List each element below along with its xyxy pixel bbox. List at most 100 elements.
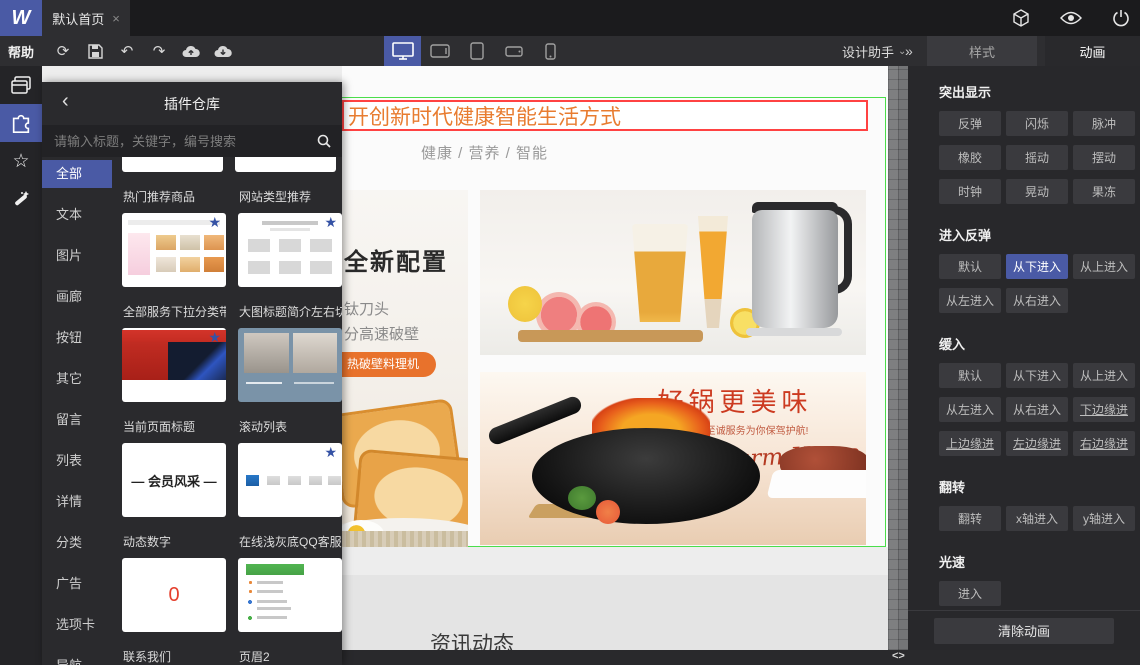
- animation-option-button[interactable]: 果冻: [1073, 179, 1135, 204]
- device-desktop-icon[interactable]: [384, 36, 421, 66]
- animation-option-button[interactable]: 脉冲: [1073, 111, 1135, 136]
- animation-option-button[interactable]: 右边缘进: [1073, 431, 1135, 456]
- category-item[interactable]: 画廊: [42, 283, 112, 311]
- category-item[interactable]: 留言: [42, 406, 112, 434]
- device-tablet-landscape-icon[interactable]: [421, 36, 458, 66]
- plugin-card-partial[interactable]: [235, 157, 336, 172]
- animation-option-button[interactable]: 从上进入: [1073, 363, 1135, 388]
- animation-option-button[interactable]: 闪烁: [1006, 111, 1068, 136]
- help-button[interactable]: 帮助: [0, 36, 42, 66]
- plugin-card-qq-service[interactable]: [238, 558, 342, 632]
- sidebar-item-pages[interactable]: [0, 66, 42, 104]
- animation-option-button[interactable]: 左边缘进: [1006, 431, 1068, 456]
- animation-option-button[interactable]: 摇动: [1006, 145, 1068, 170]
- plugin-item: 在线浅灰底QQ客服: [238, 517, 342, 632]
- tab-animation[interactable]: 动画: [1045, 36, 1140, 66]
- animation-option-button[interactable]: 从右进入: [1006, 397, 1068, 422]
- sidebar-item-plugins[interactable]: [0, 104, 42, 142]
- search-icon[interactable]: [306, 134, 342, 148]
- category-item[interactable]: 列表: [42, 447, 112, 475]
- plugin-card-products-grid[interactable]: ★: [122, 213, 226, 287]
- category-item[interactable]: 全部: [42, 160, 112, 188]
- back-chevron-icon[interactable]: ‹: [62, 90, 69, 113]
- tab-close-icon[interactable]: ×: [112, 11, 120, 26]
- animation-option-button[interactable]: 从左进入: [939, 397, 1001, 422]
- animation-option-button[interactable]: 从下进入: [1006, 363, 1068, 388]
- animation-option-button[interactable]: 反弹: [939, 111, 1001, 136]
- animation-option-button[interactable]: 晃动: [1006, 179, 1068, 204]
- animation-option-button[interactable]: 从左进入: [939, 288, 1001, 313]
- undo-icon[interactable]: ↶: [116, 40, 138, 62]
- animation-option-button[interactable]: 从右进入: [1006, 288, 1068, 313]
- animation-option-button[interactable]: 默认: [939, 363, 1001, 388]
- redo-icon[interactable]: ↷: [148, 40, 170, 62]
- animation-option-button[interactable]: x轴进入: [1006, 506, 1068, 531]
- design-assistant-dropdown[interactable]: 设计助手 ⌄: [842, 36, 906, 66]
- animation-option-button[interactable]: y轴进入: [1073, 506, 1135, 531]
- plugin-label: 页眉2: [239, 650, 270, 664]
- expand-chevron-icon[interactable]: »: [905, 36, 913, 66]
- plugin-label: 热门推荐商品: [123, 190, 196, 204]
- plugin-preview-text: 0: [168, 583, 180, 606]
- category-item[interactable]: 图片: [42, 242, 112, 270]
- plugin-card-logo-strip[interactable]: ★: [238, 443, 342, 517]
- category-item[interactable]: 广告: [42, 570, 112, 598]
- animation-option-button[interactable]: 进入: [939, 581, 1001, 606]
- page-tab-default-home[interactable]: 默认首页 ×: [42, 0, 130, 36]
- save-icon[interactable]: [84, 40, 106, 62]
- preview-eye-icon[interactable]: [1060, 7, 1082, 29]
- tab-style[interactable]: 样式: [927, 36, 1037, 66]
- cube-3d-icon[interactable]: [1010, 7, 1032, 29]
- favorite-star-icon[interactable]: ★: [324, 214, 337, 231]
- category-item[interactable]: 按钮: [42, 324, 112, 352]
- news-section-heading[interactable]: 资讯动态: [430, 628, 514, 650]
- animation-section-heading: 缓入: [939, 337, 966, 352]
- power-exit-icon[interactable]: [1110, 7, 1132, 29]
- plugin-card-page-title[interactable]: — 会员风采 —: [122, 443, 226, 517]
- banner-blender[interactable]: 全新配置 钛刀头 分高速破壁 热破壁料理机: [342, 190, 468, 547]
- sidebar-item-favorites[interactable]: ☆: [0, 142, 42, 180]
- animation-option-button[interactable]: 下边缘进: [1073, 397, 1135, 422]
- device-phone-landscape-icon[interactable]: [495, 36, 532, 66]
- category-item[interactable]: 分类: [42, 529, 112, 557]
- favorite-star-icon[interactable]: ★: [324, 444, 337, 461]
- animation-option-button[interactable]: 从上进入: [1073, 254, 1135, 279]
- plugin-label: 滚动列表: [239, 420, 288, 434]
- code-view-icon[interactable]: <>: [892, 650, 905, 662]
- category-item[interactable]: 选项卡: [42, 611, 112, 639]
- animation-option-button[interactable]: 摆动: [1073, 145, 1135, 170]
- sidebar-item-magic-wand[interactable]: [0, 180, 42, 218]
- plugin-search-input[interactable]: [42, 133, 306, 149]
- category-item[interactable]: 导航: [42, 652, 112, 665]
- plugin-item: 动态数字 0: [122, 517, 226, 632]
- animation-option-button[interactable]: 翻转: [939, 506, 1001, 531]
- animation-option-button[interactable]: 上边缘进: [939, 431, 1001, 456]
- favorite-star-icon[interactable]: ★: [208, 329, 221, 346]
- hero-subtitle-text[interactable]: 健康 / 营养 / 智能: [421, 142, 548, 163]
- banner-kettle-image[interactable]: [480, 190, 866, 355]
- animation-option-button[interactable]: 从下进入: [1006, 254, 1068, 279]
- selected-text-element[interactable]: 开创新时代健康智能生活方式: [342, 100, 868, 131]
- cloud-upload-icon[interactable]: [180, 40, 202, 62]
- cloud-download-icon[interactable]: [212, 40, 234, 62]
- animation-option-button[interactable]: 默认: [939, 254, 1001, 279]
- category-item[interactable]: 文本: [42, 201, 112, 229]
- category-item[interactable]: 其它: [42, 365, 112, 393]
- plugin-card-red-menu[interactable]: ★: [122, 328, 226, 402]
- device-phone-portrait-icon[interactable]: [532, 36, 569, 66]
- category-item[interactable]: 详情: [42, 488, 112, 516]
- animation-option-button[interactable]: 橡胶: [939, 145, 1001, 170]
- plugin-card-interior-slider[interactable]: [238, 328, 342, 402]
- device-tablet-portrait-icon[interactable]: [458, 36, 495, 66]
- plugin-card-partial[interactable]: [122, 157, 223, 172]
- clear-animation-button[interactable]: 清除动画: [934, 617, 1114, 644]
- banner-wok-image[interactable]: 好锅更美味 无忧购物，至诚服务为你保驾护航! Warm Home: [480, 372, 866, 545]
- clear-animation-area: 清除动画: [908, 610, 1140, 650]
- editor-canvas[interactable]: 开创新时代健康智能生活方式 健康 / 营养 / 智能 全新配置 钛刀头 分高速破…: [342, 66, 888, 650]
- plugin-card-site-types[interactable]: ★: [238, 213, 342, 287]
- canvas-scrollbar[interactable]: [888, 66, 908, 650]
- plugin-card-number[interactable]: 0: [122, 558, 226, 632]
- animation-option-button[interactable]: 时钟: [939, 179, 1001, 204]
- favorite-star-icon[interactable]: ★: [208, 214, 221, 231]
- refresh-icon[interactable]: ⟳: [52, 40, 74, 62]
